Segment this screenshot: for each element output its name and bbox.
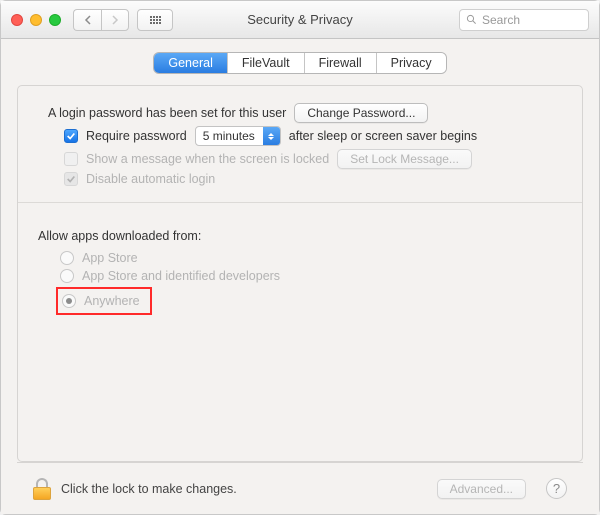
tab-bar: General FileVault Firewall Privacy	[17, 53, 583, 73]
tab-privacy[interactable]: Privacy	[377, 53, 446, 73]
tab-firewall[interactable]: Firewall	[305, 53, 377, 73]
chevron-right-icon	[111, 15, 119, 25]
search-placeholder: Search	[482, 13, 520, 27]
radio-app-store	[60, 251, 74, 265]
preferences-window: Security & Privacy Search General FileVa…	[0, 0, 600, 515]
radio-anywhere-label: Anywhere	[84, 294, 140, 308]
body: General FileVault Firewall Privacy A log…	[1, 39, 599, 514]
minimize-icon[interactable]	[30, 14, 42, 26]
password-delay-select[interactable]: 5 minutes	[195, 126, 281, 146]
login-status-text: A login password has been set for this u…	[48, 106, 286, 120]
footer: Click the lock to make changes. Advanced…	[17, 462, 583, 514]
change-password-button[interactable]: Change Password...	[294, 103, 428, 123]
general-panel: A login password has been set for this u…	[17, 85, 583, 462]
stepper-icon	[263, 127, 280, 145]
lock-text: Click the lock to make changes.	[61, 482, 237, 496]
titlebar: Security & Privacy Search	[1, 1, 599, 39]
search-input[interactable]: Search	[459, 9, 589, 31]
radio-app-store-label: App Store	[82, 251, 138, 265]
show-message-label: Show a message when the screen is locked	[86, 152, 329, 166]
zoom-icon[interactable]	[49, 14, 61, 26]
allow-apps-title: Allow apps downloaded from:	[38, 229, 562, 243]
highlight-box: Anywhere	[56, 287, 152, 315]
help-button[interactable]: ?	[546, 478, 567, 499]
disable-auto-login-checkbox	[64, 172, 78, 186]
forward-button[interactable]	[101, 9, 129, 31]
password-delay-value: 5 minutes	[203, 129, 255, 143]
nav-buttons	[73, 9, 129, 31]
tab-filevault[interactable]: FileVault	[228, 53, 305, 73]
require-password-checkbox[interactable]	[64, 129, 78, 143]
advanced-button: Advanced...	[437, 479, 526, 499]
tab-general[interactable]: General	[154, 53, 227, 73]
window-controls	[11, 14, 61, 26]
lock-body-icon	[33, 487, 51, 500]
show-all-button[interactable]	[137, 9, 173, 31]
lock-button[interactable]	[33, 478, 51, 500]
divider	[18, 202, 582, 203]
check-icon	[66, 174, 76, 184]
grid-icon	[150, 16, 161, 24]
radio-identified-devs-label: App Store and identified developers	[82, 269, 280, 283]
radio-anywhere	[62, 294, 76, 308]
disable-auto-login-label: Disable automatic login	[86, 172, 215, 186]
search-icon	[466, 14, 477, 25]
require-password-label: Require password	[86, 129, 187, 143]
back-button[interactable]	[73, 9, 101, 31]
chevron-left-icon	[84, 15, 92, 25]
radio-identified-devs	[60, 269, 74, 283]
set-lock-message-button: Set Lock Message...	[337, 149, 472, 169]
after-sleep-text: after sleep or screen saver begins	[289, 129, 477, 143]
check-icon	[66, 131, 76, 141]
show-message-checkbox	[64, 152, 78, 166]
close-icon[interactable]	[11, 14, 23, 26]
